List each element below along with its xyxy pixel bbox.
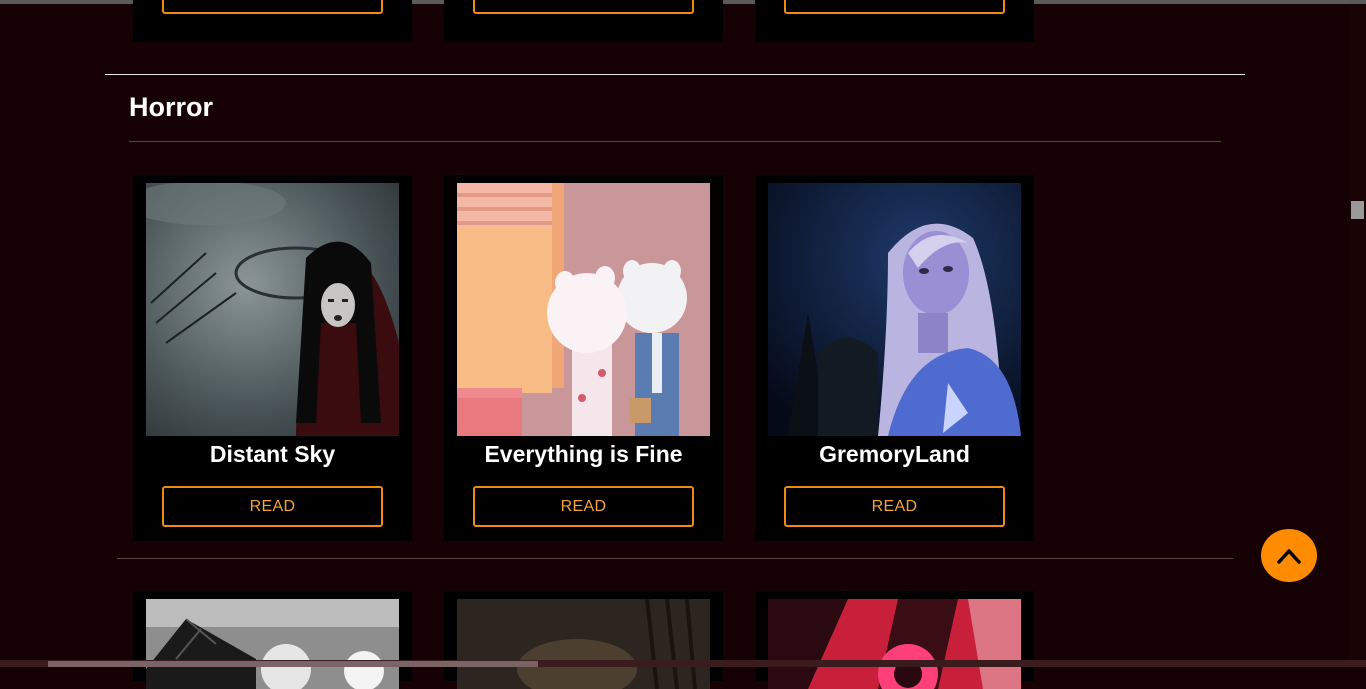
comic-card xyxy=(133,591,412,689)
read-button[interactable]: READ xyxy=(473,486,694,527)
comic-card-distant-sky: Distant Sky READ xyxy=(133,175,412,541)
title-underline xyxy=(129,141,1221,142)
chevron-up-icon xyxy=(1277,548,1301,564)
scrollbar-thumb[interactable] xyxy=(1351,201,1364,219)
read-button[interactable]: READ xyxy=(784,486,1005,527)
read-button[interactable]: READ xyxy=(473,0,694,14)
comic-card-gremoryland: GremoryLand READ xyxy=(755,175,1034,541)
cover-image[interactable] xyxy=(768,599,1021,689)
cover-image[interactable] xyxy=(457,599,710,689)
comic-card: READ xyxy=(444,0,723,42)
comic-card: READ xyxy=(133,0,412,42)
read-button[interactable]: READ xyxy=(162,486,383,527)
comic-title[interactable]: Everything is Fine xyxy=(444,441,723,468)
comic-card xyxy=(444,591,723,689)
cover-image[interactable] xyxy=(146,599,399,689)
scroll-to-top-button[interactable] xyxy=(1261,529,1317,582)
section-divider xyxy=(117,558,1233,559)
comic-card: READ xyxy=(755,0,1034,42)
section-divider xyxy=(105,74,1245,75)
cover-image[interactable] xyxy=(146,183,399,436)
cover-image[interactable] xyxy=(768,183,1021,436)
comic-card xyxy=(755,591,1034,689)
comic-title[interactable]: Distant Sky xyxy=(133,441,412,468)
comic-card-everything-is-fine: Everything is Fine READ xyxy=(444,175,723,541)
vertical-scrollbar[interactable] xyxy=(1349,4,1366,662)
read-button[interactable]: READ xyxy=(162,0,383,14)
horizontal-scrollbar-thumb[interactable] xyxy=(48,661,538,667)
comic-title[interactable]: GremoryLand xyxy=(755,441,1034,468)
section-title: Horror xyxy=(129,92,214,122)
read-button[interactable]: READ xyxy=(784,0,1005,14)
cover-image[interactable] xyxy=(457,183,710,436)
